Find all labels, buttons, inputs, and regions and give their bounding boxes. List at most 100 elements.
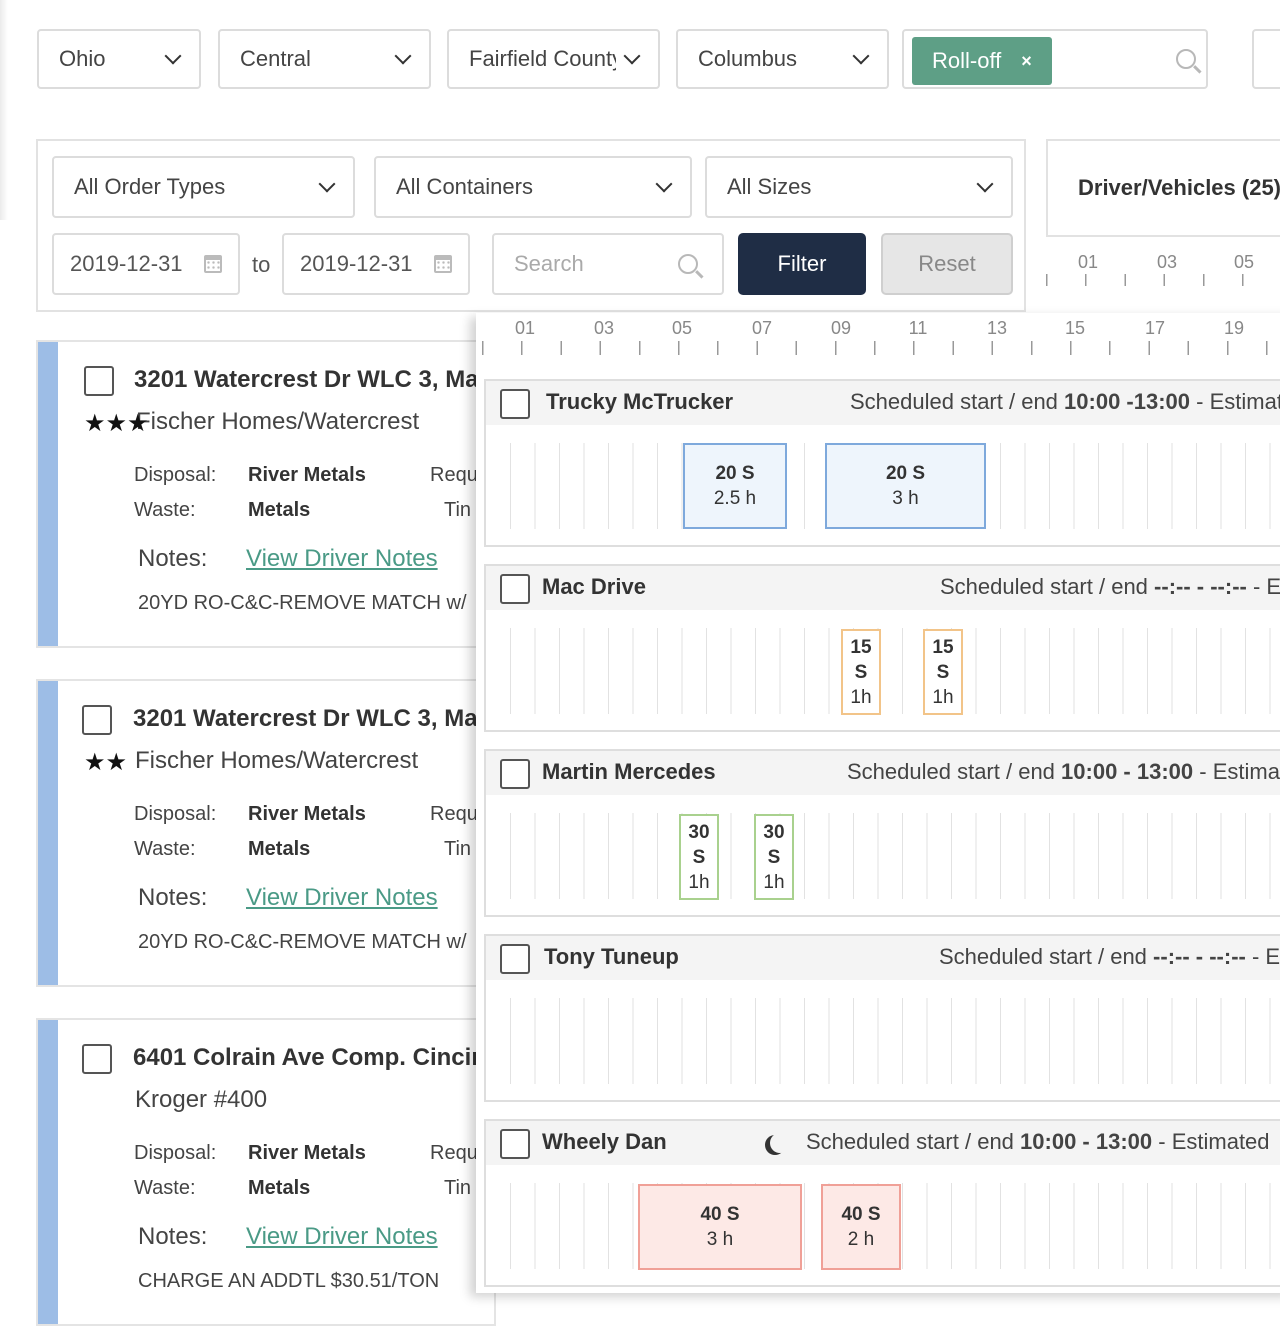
job-duration: 2 h	[847, 1229, 875, 1250]
job-block[interactable]: 30 S 1h	[679, 814, 719, 900]
notes-label: Notes:	[138, 1223, 208, 1250]
order-checkbox[interactable]	[84, 366, 114, 396]
driver-name: Trucky McTrucker	[546, 389, 734, 414]
calendar-icon[interactable]	[204, 255, 222, 273]
disposal-label: Disposal:	[134, 803, 217, 825]
job-duration: 1h	[688, 871, 710, 893]
time-label: Tin	[444, 1177, 472, 1199]
schedule-time: --:-- - --:--	[1153, 944, 1246, 969]
driver-checkbox[interactable]	[500, 759, 530, 789]
waste-value: Metals	[248, 499, 311, 521]
chevron-down-icon	[164, 47, 182, 65]
job-duration: 2.5 h	[713, 488, 757, 509]
order-customer: Fischer Homes/Watercrest	[136, 408, 420, 435]
view-driver-notes-link[interactable]: View Driver Notes	[246, 1223, 438, 1251]
driver-checkbox[interactable]	[500, 389, 530, 419]
order-search-input[interactable]: Search	[492, 233, 724, 295]
requested-label: Requ	[430, 464, 478, 486]
waste-label: Waste:	[134, 499, 196, 521]
chevron-down-icon	[976, 175, 994, 193]
night-shift-icon	[770, 1133, 790, 1153]
schedule-suffix: - Estimated	[1158, 1129, 1270, 1154]
view-driver-notes-link[interactable]: View Driver Notes	[246, 884, 438, 912]
job-block[interactable]: 20 S 2.5 h	[683, 443, 787, 529]
driver-schedule: Scheduled start / end 10:00 -13:00 - Est…	[850, 389, 1280, 415]
view-driver-notes-link[interactable]: View Driver Notes	[246, 545, 438, 573]
order-address: 6401 Colrain Ave Comp. Cincin	[133, 1044, 486, 1071]
schedule-suffix: - Estima	[1199, 759, 1280, 784]
job-block[interactable]: 40 S 3 h	[638, 1184, 802, 1270]
date-from-input[interactable]: 2019-12-31	[52, 233, 240, 295]
chevron-down-icon	[655, 175, 673, 193]
container-select[interactable]: All Containers	[374, 156, 692, 218]
order-card[interactable]: 3201 Watercrest Dr WLC 3, Ma Fischer Hom…	[36, 340, 496, 648]
calendar-icon[interactable]	[434, 255, 452, 273]
close-icon[interactable]: ×	[1021, 51, 1032, 72]
hour-label: 01	[1078, 252, 1099, 272]
job-unit: S	[936, 661, 950, 683]
job-block[interactable]: 20 S 3 h	[825, 443, 986, 529]
region-select-value: Central	[240, 46, 311, 71]
job-block[interactable]: 15 S 1h	[841, 629, 881, 715]
search-icon[interactable]	[1176, 49, 1196, 69]
more-filter-box[interactable]	[1252, 29, 1280, 89]
requested-label: Requ	[430, 803, 478, 825]
hour-label: 11	[908, 318, 928, 338]
order-customer: Fischer Homes/Watercrest	[135, 747, 419, 774]
hour-label: 05	[671, 318, 693, 338]
hour-label: 15	[1064, 318, 1086, 338]
container-value: All Containers	[396, 174, 533, 199]
disposal-row: Disposal: River Metals Requ	[134, 464, 478, 487]
disposal-value: River Metals	[248, 1142, 366, 1164]
county-select[interactable]: Fairfield County	[447, 29, 660, 89]
schedule-suffix: - E	[1251, 944, 1280, 969]
date-to-input[interactable]: 2019-12-31	[282, 233, 470, 295]
order-card[interactable]: 3201 Watercrest Dr WLC 3, Ma Fischer Hom…	[36, 679, 496, 987]
filter-button[interactable]: Filter	[738, 233, 866, 295]
driver-checkbox[interactable]	[500, 1129, 530, 1159]
state-select[interactable]: Ohio	[37, 29, 201, 89]
service-tag-input[interactable]: Roll-off ×	[902, 29, 1208, 89]
driver-name: Mac Drive	[542, 574, 646, 599]
size-select[interactable]: All Sizes	[705, 156, 1013, 218]
driver-name: Tony Tuneup	[544, 944, 679, 969]
timeline-hour-axis: 01 03 05 07 09 11 13 15 17 19	[476, 313, 1280, 373]
reset-button[interactable]: Reset	[881, 233, 1013, 295]
schedule-time: --:-- - --:--	[1154, 574, 1247, 599]
driver-row: Martin Mercedes Scheduled start / end 10…	[484, 749, 1280, 917]
order-status-bar	[38, 342, 58, 646]
waste-row: Waste: Metals Tin	[134, 1177, 471, 1200]
job-block[interactable]: 15 S 1h	[923, 629, 963, 715]
waste-row: Waste: Metals Tin	[134, 838, 471, 861]
priority-stars: ★★	[84, 749, 128, 776]
job-block[interactable]: 40 S 2 h	[821, 1184, 901, 1270]
waste-row: Waste: Metals Tin	[134, 499, 471, 522]
job-size: 40 S	[700, 1204, 740, 1225]
driver-vehicles-header[interactable]: Driver/Vehicles (25)	[1046, 139, 1280, 237]
order-checkbox[interactable]	[82, 1044, 112, 1074]
order-type-select[interactable]: All Order Types	[52, 156, 355, 218]
driver-checkbox[interactable]	[500, 944, 530, 974]
job-size: 15	[850, 636, 872, 658]
region-select[interactable]: Central	[218, 29, 431, 89]
job-block[interactable]: 30 S 1h	[754, 814, 794, 900]
order-address: 3201 Watercrest Dr WLC 3, Ma	[134, 366, 479, 393]
job-size: 30	[688, 821, 710, 843]
order-checkbox[interactable]	[82, 705, 112, 735]
order-filter-panel: All Order Types All Containers All Sizes…	[36, 139, 1026, 312]
time-label: Tin	[444, 838, 472, 860]
job-duration: 1h	[932, 686, 954, 708]
city-select[interactable]: Columbus	[676, 29, 889, 89]
priority-stars: ★★★	[84, 410, 149, 437]
order-status-bar	[38, 1020, 58, 1324]
schedule-prefix: Scheduled start / end	[847, 759, 1055, 784]
job-size: 30	[763, 821, 785, 843]
waste-label: Waste:	[134, 1177, 196, 1199]
job-duration: 3 h	[892, 488, 919, 509]
size-value: All Sizes	[727, 174, 812, 199]
job-unit: S	[767, 846, 781, 868]
job-unit: S	[854, 661, 868, 683]
waste-value: Metals	[248, 838, 311, 860]
driver-checkbox[interactable]	[500, 574, 530, 604]
county-select-value: Fairfield County	[469, 46, 616, 71]
